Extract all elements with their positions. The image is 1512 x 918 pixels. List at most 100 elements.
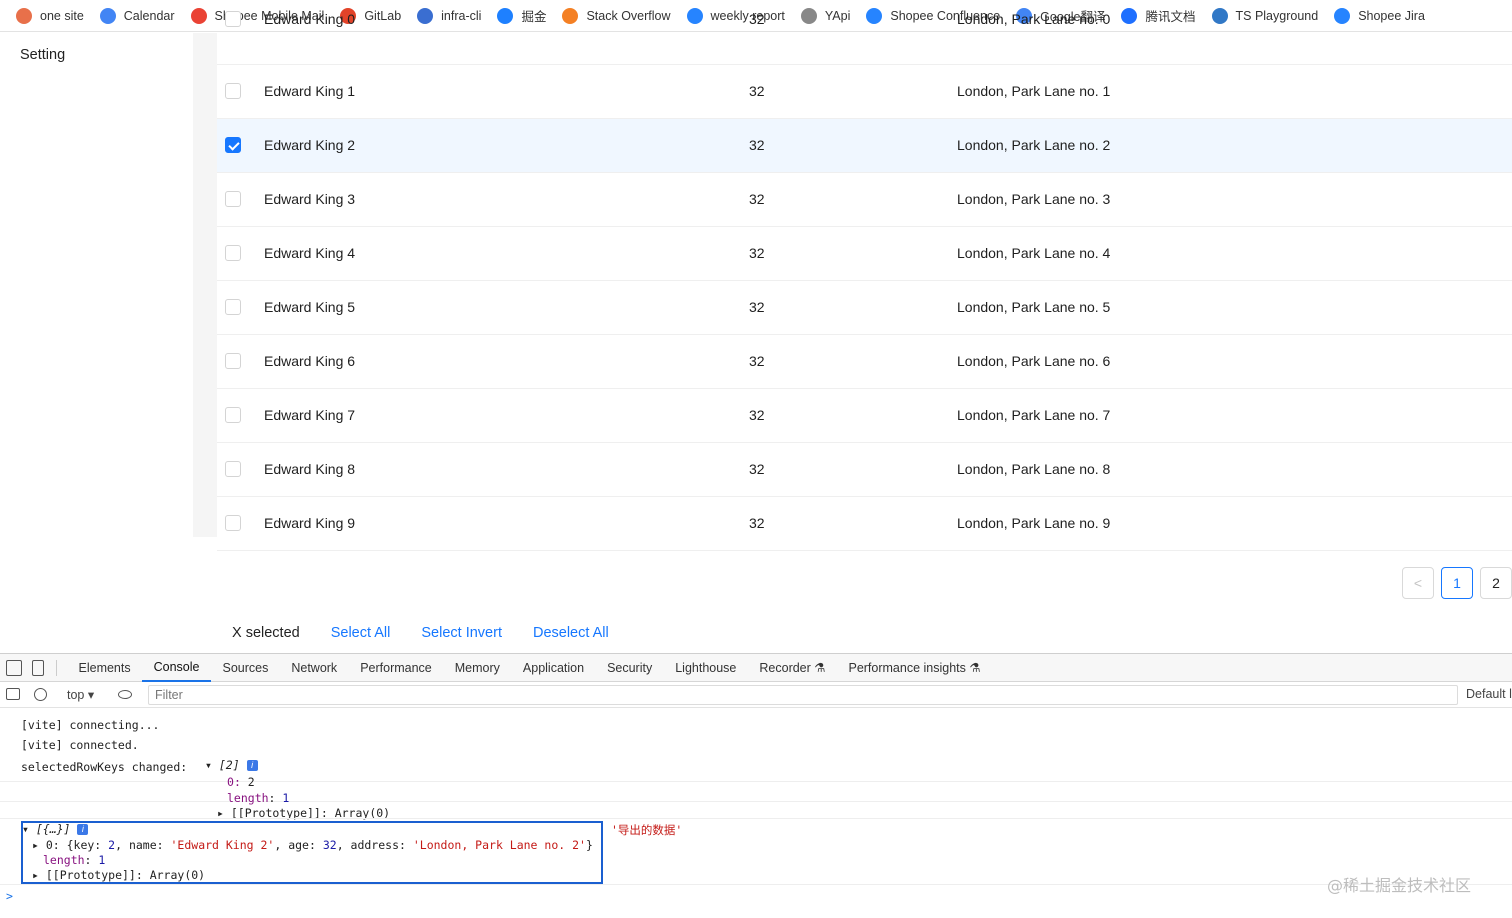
table-row[interactable]: Edward King 7 32 London, Park Lane no. 7 (217, 389, 1512, 443)
cell-name: Edward King 7 (264, 407, 356, 423)
row-checkbox[interactable] (225, 137, 241, 153)
globe-icon (16, 7, 32, 24)
selected-count: X selected (232, 625, 300, 641)
selection-bar: X selected Select All Select Invert Dese… (232, 625, 640, 641)
cell-name: Edward King 5 (264, 299, 356, 315)
device-toolbar-icon[interactable] (32, 659, 44, 676)
sidebar-scroll-gutter (193, 33, 217, 537)
console-array-toggle[interactable]: ▾ [2] i (205, 758, 258, 772)
cell-address: London, Park Lane no. 8 (957, 461, 1111, 477)
row-checkbox[interactable] (225, 461, 241, 477)
devtools-tab[interactable]: Application (511, 654, 595, 682)
bookmark-label: one site (40, 8, 84, 23)
pagination-page-2[interactable]: 2 (1480, 567, 1512, 599)
row-checkbox[interactable] (225, 11, 241, 27)
deselect-all-link[interactable]: Deselect All (533, 625, 609, 641)
console-line: length: 1 (227, 791, 290, 805)
cell-address: London, Park Lane no. 0 (957, 11, 1111, 27)
cell-address: London, Park Lane no. 5 (957, 299, 1111, 315)
devtools-tab[interactable]: Performance (349, 654, 444, 682)
cell-address: London, Park Lane no. 7 (957, 407, 1111, 423)
devtools-tab[interactable]: Network (280, 654, 349, 682)
divider (0, 818, 1512, 819)
console-toolbar: top ▾ Filter Default le (0, 682, 1512, 708)
devtools-tab[interactable]: Sources (211, 654, 280, 682)
console-line: length: 1 (43, 853, 106, 867)
bookmark-item[interactable]: one site (8, 0, 92, 32)
cell-name: Edward King 4 (264, 245, 356, 261)
cell-address: London, Park Lane no. 1 (957, 83, 1111, 99)
watermark: @稀土掘金技术社区 (1327, 876, 1472, 895)
table-row[interactable]: Edward King 1 32 London, Park Lane no. 1 (217, 65, 1512, 119)
pagination-page-1[interactable]: 1 (1441, 567, 1473, 599)
devtools-panel: Elements Console Sources Network Performance… (0, 653, 1512, 918)
live-expression-eye-icon[interactable] (118, 690, 132, 699)
google-icon (99, 7, 116, 24)
console-prompt[interactable]: > (6, 889, 13, 903)
pagination-prev-button[interactable]: < (1402, 567, 1434, 599)
cell-name: Edward King 2 (264, 137, 356, 153)
bookmark-item[interactable]: Calendar (92, 0, 183, 32)
cell-name: Edward King 0 (264, 11, 356, 27)
table-row[interactable]: Edward King 9 32 London, Park Lane no. 9 (217, 497, 1512, 551)
inspect-element-icon[interactable] (6, 659, 22, 676)
cell-age: 32 (749, 245, 765, 261)
gmail-icon (190, 7, 207, 24)
devtools-tab[interactable]: Memory (443, 654, 511, 682)
cell-address: London, Park Lane no. 3 (957, 191, 1111, 207)
cell-name: Edward King 3 (264, 191, 356, 207)
table-row[interactable]: Edward King 3 32 London, Park Lane no. 3 (217, 173, 1512, 227)
cell-name: Edward King 8 (264, 461, 356, 477)
table-row[interactable]: Edward King 8 32 London, Park Lane no. 8 (217, 443, 1512, 497)
console-array-toggle[interactable]: ▾ [{…}] i (22, 822, 89, 836)
row-checkbox[interactable] (225, 515, 241, 531)
clear-console-icon[interactable] (34, 688, 47, 701)
console-prototype-toggle[interactable]: ▸ [[Prototype]]: Array(0) (32, 868, 205, 882)
context-selector[interactable]: top ▾ (67, 687, 94, 702)
select-invert-link[interactable]: Select Invert (421, 625, 502, 641)
console-line: [vite] connected. (21, 738, 139, 752)
cell-age: 32 (749, 83, 765, 99)
cell-age: 32 (749, 515, 765, 531)
bookmark-label: Calendar (123, 8, 175, 23)
devtools-tab[interactable]: Performance insights ⚗ (837, 654, 992, 682)
array-summary: ▾ [2] (205, 758, 240, 772)
devtools-tab[interactable]: Security (596, 654, 664, 682)
info-icon: i (77, 824, 89, 835)
table-row[interactable]: Edward King 5 32 London, Park Lane no. 5 (217, 281, 1512, 335)
cell-address: London, Park Lane no. 2 (957, 137, 1111, 153)
row-checkbox[interactable] (225, 245, 241, 261)
table-row[interactable]: Edward King 2 32 London, Park Lane no. 2 (217, 119, 1512, 173)
devtools-tab[interactable]: Console (142, 654, 211, 682)
select-all-link[interactable]: Select All (331, 625, 391, 641)
devtools-tab-bar: Elements Console Sources Network Performance… (0, 654, 1512, 682)
cell-name: Edward King 6 (264, 353, 356, 369)
console-line: [vite] connecting... (21, 718, 160, 732)
table-row[interactable]: Edward King 0 32 London, Park Lane no. 0 (217, 11, 1512, 65)
cell-address: London, Park Lane no. 6 (957, 353, 1111, 369)
data-table: Edward King 0 32 London, Park Lane no. 0 Ed… (217, 11, 1512, 551)
devtools-tab[interactable]: Lighthouse (664, 654, 748, 682)
row-checkbox[interactable] (225, 83, 241, 99)
console-filter-input[interactable]: Filter (148, 685, 1458, 705)
row-checkbox[interactable] (225, 299, 241, 315)
table-row[interactable]: Edward King 6 32 London, Park Lane no. 6 (217, 335, 1512, 389)
row-checkbox[interactable] (225, 191, 241, 207)
row-checkbox[interactable] (225, 407, 241, 423)
sidebar: Setting (0, 33, 193, 537)
devtools-tab[interactable]: Elements (67, 654, 142, 682)
console-object-toggle[interactable]: ▸ 0: {key: 2, name: 'Edward King 2', age… (32, 838, 593, 852)
info-icon: i (246, 760, 258, 771)
table-row[interactable]: Edward King 4 32 London, Park Lane no. 4 (217, 227, 1512, 281)
cell-age: 32 (749, 11, 765, 27)
console-line: selectedRowKeys changed: (21, 760, 188, 774)
row-checkbox[interactable] (225, 353, 241, 369)
sidebar-item-setting[interactable]: Setting (20, 47, 65, 63)
cell-age: 32 (749, 353, 765, 369)
console-line: 0: 2 (227, 775, 255, 789)
cell-name: Edward King 9 (264, 515, 356, 531)
devtools-tab[interactable]: Recorder ⚗ (748, 654, 837, 682)
sidebar-toggle-icon[interactable] (6, 688, 20, 700)
log-levels-dropdown[interactable]: Default le (1466, 687, 1512, 701)
divider (56, 659, 57, 676)
